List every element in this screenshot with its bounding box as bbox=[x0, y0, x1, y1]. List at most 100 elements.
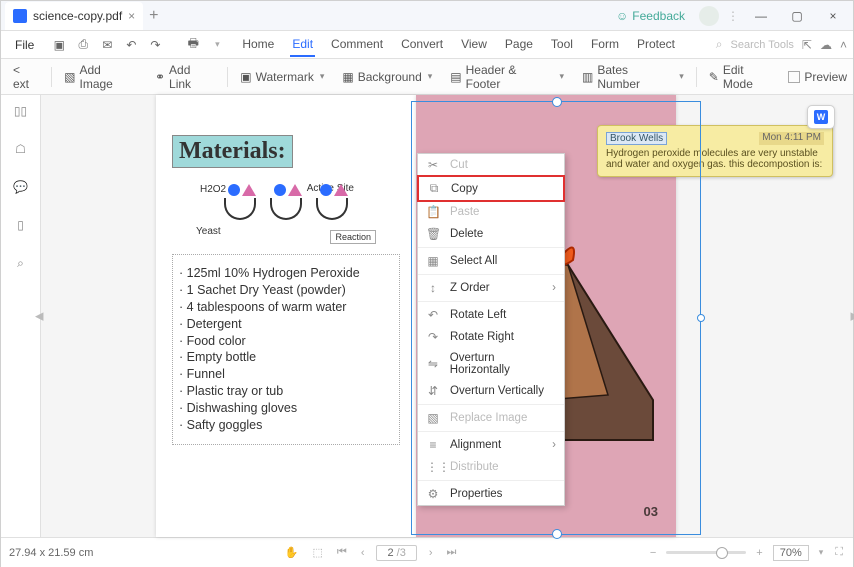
select-tool-icon[interactable]: ⬚ bbox=[311, 546, 325, 559]
printer-icon[interactable]: 🖶 bbox=[184, 36, 202, 54]
comment-note[interactable]: Brook Wells Mon 4:11 PM Hydrogen peroxid… bbox=[597, 125, 833, 177]
delete-icon: 🗑 bbox=[426, 227, 440, 241]
search-panel-icon[interactable]: ⌕ bbox=[11, 253, 31, 273]
bates-number-button[interactable]: ▥Bates Number bbox=[576, 60, 690, 94]
background-button[interactable]: ▦Background bbox=[336, 67, 438, 87]
menu-cut: ✂Cut bbox=[418, 154, 564, 176]
list-item: Detergent bbox=[179, 316, 393, 333]
titlebar: science-copy.pdf × + ☺ Feedback ⋮ — ▢ × bbox=[1, 1, 853, 31]
note-author: Brook Wells bbox=[606, 132, 667, 145]
page-indicator[interactable]: 2 /3 bbox=[376, 545, 416, 561]
undo-icon[interactable]: ↶ bbox=[122, 36, 140, 54]
watermark-button[interactable]: ▣Watermark bbox=[234, 67, 330, 87]
zoom-out-button[interactable]: − bbox=[648, 547, 658, 559]
note-timestamp: Mon 4:11 PM bbox=[759, 132, 824, 145]
mail-icon[interactable]: ✉ bbox=[98, 36, 116, 54]
attachments-icon[interactable]: ▯ bbox=[11, 215, 31, 235]
tab-page[interactable]: Page bbox=[503, 33, 535, 57]
menu-delete[interactable]: 🗑Delete bbox=[418, 223, 564, 245]
user-avatar[interactable] bbox=[699, 6, 719, 26]
feedback-button[interactable]: ☺ Feedback bbox=[610, 9, 691, 23]
redo-icon[interactable]: ↷ bbox=[146, 36, 164, 54]
minimize-button[interactable]: — bbox=[747, 5, 775, 27]
list-item: Empty bottle bbox=[179, 349, 393, 366]
zoom-percent[interactable]: 70% bbox=[773, 545, 809, 561]
add-link-button[interactable]: ⚭Add Link bbox=[149, 60, 221, 94]
share-icon[interactable]: ⇱ bbox=[802, 38, 812, 52]
tab-form[interactable]: Form bbox=[589, 33, 621, 57]
menu-overturn-v[interactable]: ⇵Overturn Vertically bbox=[418, 380, 564, 402]
collapse-ribbon-icon[interactable]: ˄ bbox=[840, 38, 847, 52]
alignment-icon: ≡ bbox=[426, 438, 440, 452]
menu-rotate-right[interactable]: ↷Rotate Right bbox=[418, 326, 564, 348]
feedback-icon: ☺ bbox=[616, 9, 628, 23]
menu-z-order[interactable]: ↕Z Order bbox=[418, 277, 564, 299]
bates-icon: ▥ bbox=[582, 70, 593, 84]
list-item: Plastic tray or tub bbox=[179, 383, 393, 400]
edit-toolbar: < ext ▧Add Image ⚭Add Link ▣Watermark ▦B… bbox=[1, 59, 853, 95]
comments-icon[interactable]: 💬 bbox=[11, 177, 31, 197]
zoom-dropdown-icon[interactable]: ▾ bbox=[817, 547, 826, 558]
tab-title: science-copy.pdf bbox=[33, 9, 122, 23]
file-menu[interactable]: File bbox=[7, 38, 42, 52]
tab-home[interactable]: Home bbox=[240, 33, 276, 57]
close-tab-icon[interactable]: × bbox=[128, 9, 135, 23]
preview-checkbox[interactable] bbox=[788, 71, 800, 83]
export-word-button[interactable]: W bbox=[807, 105, 835, 129]
close-window-button[interactable]: × bbox=[819, 5, 847, 27]
list-item: 4 tablespoons of warm water bbox=[179, 299, 393, 316]
menu-properties[interactable]: ⚙Properties bbox=[418, 483, 564, 505]
preview-toggle[interactable]: Preview bbox=[788, 70, 847, 84]
cloud-icon[interactable]: ☁ bbox=[820, 38, 832, 52]
zoom-slider[interactable] bbox=[666, 551, 746, 554]
edit-mode-button[interactable]: ✎Edit Mode bbox=[703, 60, 783, 94]
menu-copy[interactable]: ⧉Copy bbox=[417, 175, 565, 202]
header-footer-button[interactable]: ▤Header & Footer bbox=[444, 60, 570, 94]
document-tab[interactable]: science-copy.pdf × bbox=[5, 2, 143, 30]
tab-edit[interactable]: Edit bbox=[290, 33, 315, 57]
menu-replace-image: ▧Replace Image bbox=[418, 407, 564, 429]
menu-select-all[interactable]: ▦Select All bbox=[418, 250, 564, 272]
menu-alignment[interactable]: ≡Alignment bbox=[418, 434, 564, 456]
tab-protect[interactable]: Protect bbox=[635, 33, 677, 57]
user-menu-icon[interactable]: ⋮ bbox=[727, 9, 739, 23]
bookmarks-icon[interactable]: ☖ bbox=[11, 139, 31, 159]
select-all-icon: ▦ bbox=[426, 254, 440, 268]
properties-icon: ⚙ bbox=[426, 487, 440, 501]
list-item: Safty goggles bbox=[179, 417, 393, 434]
statusbar: 27.94 x 21.59 cm ✋ ⬚ ⏮ ‹ 2 /3 › ⏭ − + 70… bbox=[1, 537, 853, 567]
scroll-right-icon[interactable]: ▶ bbox=[851, 310, 854, 323]
document-canvas[interactable]: ◀ ▶ Materials: H2O2 Active Site Yeast Re… bbox=[41, 95, 853, 537]
tab-convert[interactable]: Convert bbox=[399, 33, 445, 57]
zoom-in-button[interactable]: + bbox=[754, 547, 764, 559]
hand-tool-icon[interactable]: ✋ bbox=[283, 546, 301, 559]
fit-page-icon[interactable]: ⛶ bbox=[833, 546, 845, 559]
rotate-left-icon: ↶ bbox=[426, 308, 440, 322]
scroll-left-icon[interactable]: ◀ bbox=[35, 310, 43, 323]
qat-dropdown-icon[interactable]: ▾ bbox=[208, 36, 226, 54]
page-1[interactable]: Materials: H2O2 Active Site Yeast Reacti… bbox=[156, 95, 416, 537]
tab-comment[interactable]: Comment bbox=[329, 33, 385, 57]
menu-rotate-left[interactable]: ↶Rotate Left bbox=[418, 304, 564, 326]
ribbon-tabs: Home Edit Comment Convert View Page Tool… bbox=[240, 33, 677, 57]
add-tab-button[interactable]: + bbox=[149, 7, 158, 25]
search-tools-input[interactable]: Search Tools bbox=[731, 39, 794, 51]
save-icon[interactable]: ▣ bbox=[50, 36, 68, 54]
edit-icon: ✎ bbox=[709, 70, 719, 84]
search-icon[interactable]: ⌕ bbox=[716, 37, 723, 52]
tab-tool[interactable]: Tool bbox=[549, 33, 575, 57]
prev-page-button[interactable]: ‹ bbox=[359, 547, 367, 559]
add-text-button[interactable]: < ext bbox=[7, 60, 45, 94]
print-icon[interactable]: ⎙ bbox=[74, 36, 92, 54]
list-item: 125ml 10% Hydrogen Peroxide bbox=[179, 265, 393, 282]
first-page-button[interactable]: ⏮ bbox=[335, 546, 349, 559]
materials-list: 125ml 10% Hydrogen Peroxide 1 Sachet Dry… bbox=[172, 254, 400, 445]
tab-view[interactable]: View bbox=[459, 33, 489, 57]
menu-overturn-h[interactable]: ⇋Overturn Horizontally bbox=[418, 348, 564, 380]
menubar: File ▣ ⎙ ✉ ↶ ↷ 🖶 ▾ Home Edit Comment Con… bbox=[1, 31, 853, 59]
thumbnails-icon[interactable]: ▯▯ bbox=[11, 101, 31, 121]
next-page-button[interactable]: › bbox=[427, 547, 435, 559]
maximize-button[interactable]: ▢ bbox=[783, 5, 811, 27]
add-image-button[interactable]: ▧Add Image bbox=[58, 60, 143, 94]
last-page-button[interactable]: ⏭ bbox=[445, 546, 459, 559]
